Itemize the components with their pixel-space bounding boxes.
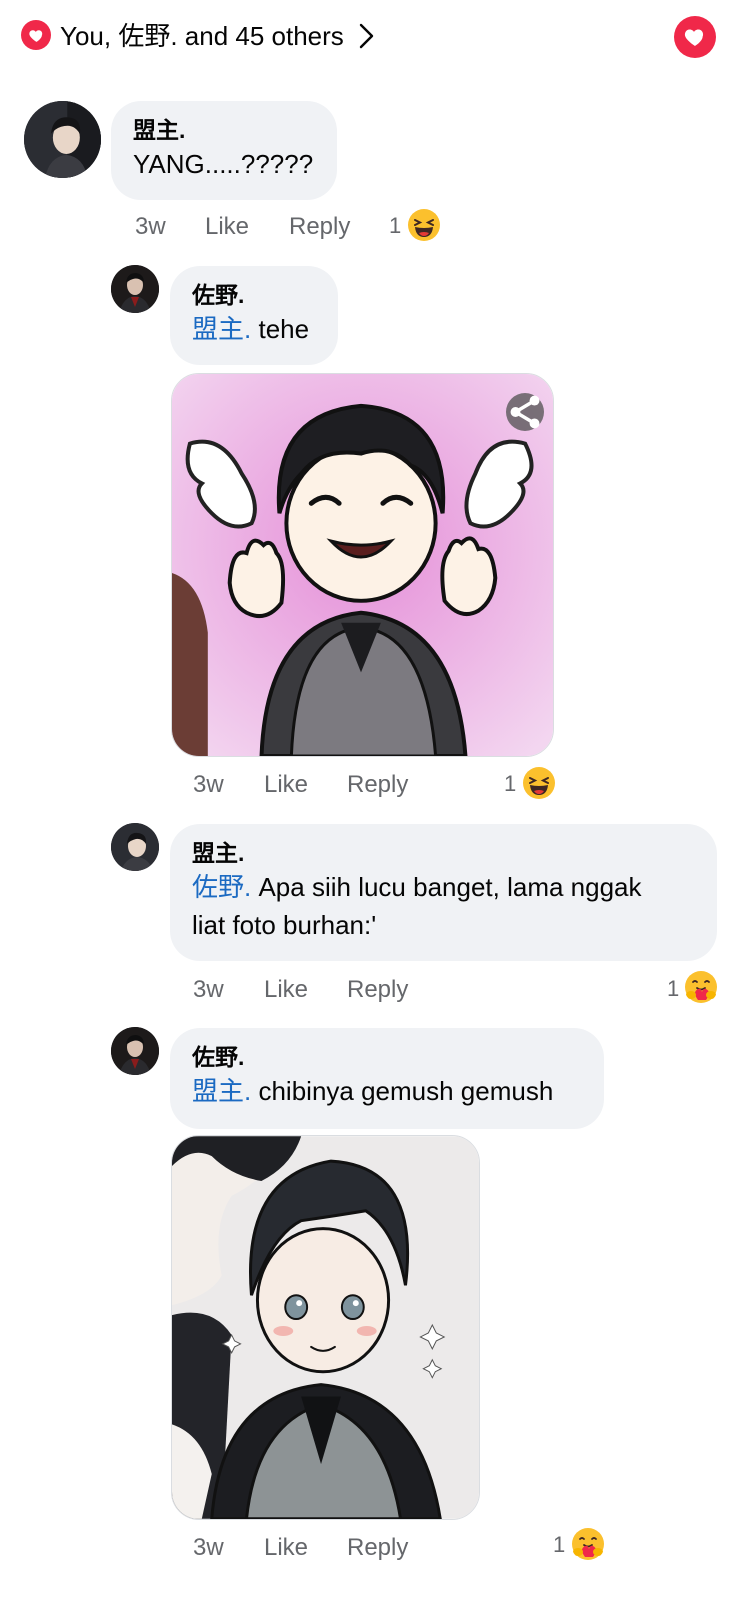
reaction-count[interactable]: 1 — [553, 1530, 565, 1560]
haha-icon — [523, 767, 555, 799]
avatar[interactable] — [24, 101, 101, 178]
like-button[interactable]: Like — [264, 770, 308, 800]
comment-bubble[interactable]: 盟主. 佐野. Apa siih lucu banget, lama nggak… — [170, 824, 717, 961]
comment-text: 盟主. chibinya gemush gemush — [192, 1076, 554, 1106]
reply-button[interactable]: Reply — [289, 212, 350, 242]
reply-button[interactable]: Reply — [347, 975, 408, 1005]
comment-author[interactable]: 佐野. — [192, 1042, 582, 1072]
mention-link[interactable]: 佐野. — [192, 872, 251, 902]
reactions-summary[interactable]: You, 佐野. and 45 others — [60, 20, 344, 52]
comment-image[interactable] — [171, 373, 554, 757]
heart-icon — [21, 20, 51, 50]
comment-text: 盟主. tehe — [192, 314, 310, 344]
haha-icon — [408, 209, 440, 241]
comment-text-continued: liat foto burhan:' — [192, 910, 377, 940]
love-react-button[interactable] — [674, 16, 716, 58]
comment-actions: 3w Like Reply — [193, 1533, 473, 1563]
reaction-count[interactable]: 1 — [504, 769, 516, 799]
comment-bubble[interactable]: 佐野. 盟主. tehe — [170, 266, 338, 365]
reaction-count[interactable]: 1 — [389, 211, 401, 241]
reply-button[interactable]: Reply — [347, 1533, 408, 1563]
comment-actions: 3w Like Reply — [193, 975, 473, 1005]
comment-actions: 3w Like Reply — [193, 770, 473, 800]
reply-button[interactable]: Reply — [347, 770, 408, 800]
comment-text: 佐野. Apa siih lucu banget, lama nggak — [192, 872, 642, 902]
timestamp: 3w — [193, 1534, 224, 1561]
avatar[interactable] — [111, 265, 159, 313]
heart-icon — [684, 29, 704, 46]
comment-author[interactable]: 佐野. — [192, 280, 316, 310]
avatar[interactable] — [111, 823, 159, 871]
avatar[interactable] — [111, 1027, 159, 1075]
care-icon — [685, 971, 717, 1003]
comment-author[interactable]: 盟主. — [133, 115, 315, 145]
timestamp: 3w — [193, 976, 224, 1003]
like-button[interactable]: Like — [264, 975, 308, 1005]
mention-link[interactable]: 盟主. — [192, 314, 251, 344]
timestamp: 3w — [135, 213, 166, 240]
comment-bubble[interactable]: 盟主. YANG.....????? — [111, 101, 337, 200]
share-icon[interactable] — [506, 393, 544, 431]
comment-author[interactable]: 盟主. — [192, 838, 695, 868]
chevron-right-icon[interactable] — [356, 20, 378, 52]
reactions-bar[interactable]: You, 佐野. and 45 others — [0, 0, 756, 76]
reaction-count[interactable]: 1 — [667, 974, 679, 1004]
comment-text: YANG.....????? — [133, 149, 314, 179]
timestamp: 3w — [193, 771, 224, 798]
comment-actions: 3w Like Reply — [135, 212, 415, 242]
comment-bubble[interactable]: 佐野. 盟主. chibinya gemush gemush — [170, 1028, 604, 1129]
care-icon — [572, 1528, 604, 1560]
comment-image[interactable] — [171, 1135, 480, 1520]
mention-link[interactable]: 盟主. — [192, 1076, 251, 1106]
like-button[interactable]: Like — [264, 1533, 308, 1563]
like-button[interactable]: Like — [205, 212, 249, 242]
